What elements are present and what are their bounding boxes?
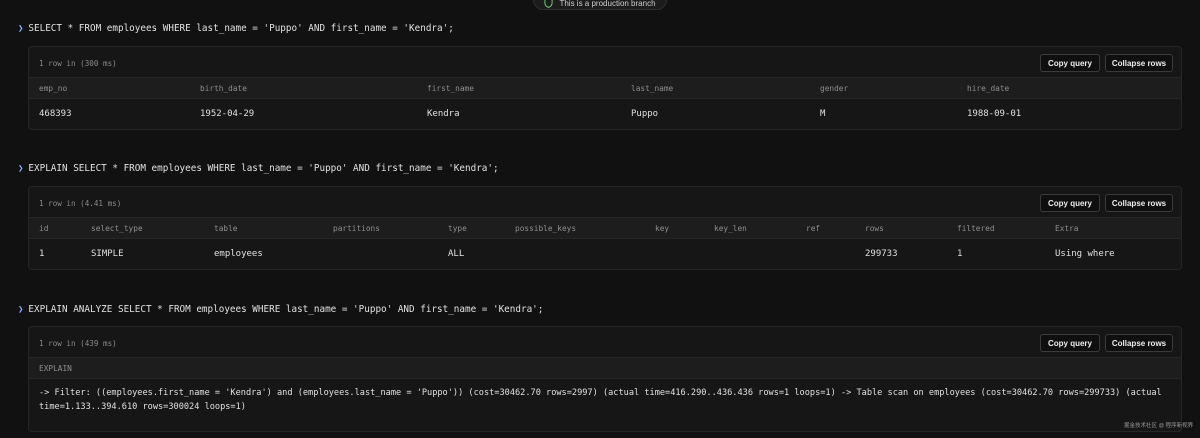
collapse-rows-button[interactable]: Collapse rows xyxy=(1105,194,1173,212)
banner-text: This is a production branch xyxy=(559,0,656,8)
watermark: 掘金技术社区 @ 程序新视界 xyxy=(1124,423,1194,429)
chevron-right-icon: ❯ xyxy=(18,163,24,174)
column-header: gender xyxy=(820,84,849,93)
column-header: emp_no xyxy=(39,84,68,93)
column-header: key xyxy=(655,224,670,233)
query-line[interactable]: ❯ SELECT * FROM employees WHERE last_nam… xyxy=(18,23,454,34)
query-sql: EXPLAIN ANALYZE SELECT * FROM employees … xyxy=(28,304,544,315)
column-header: filtered xyxy=(957,224,995,233)
production-branch-banner: This is a production branch xyxy=(533,0,667,10)
table-header: EXPLAIN xyxy=(29,357,1181,379)
table-cell: 1952-04-29 xyxy=(200,109,255,119)
column-header: key_len xyxy=(714,224,747,233)
result-meta: 1 row in (439 ms) xyxy=(39,339,117,348)
result-panel: 1 row in (300 ms) Copy query Collapse ro… xyxy=(28,46,1182,130)
column-header: birth_date xyxy=(200,84,247,93)
table-cell: Using where xyxy=(1055,249,1115,259)
column-header: table xyxy=(214,224,238,233)
result-meta: 1 row in (4.41 ms) xyxy=(39,199,122,208)
table-cell: ALL xyxy=(448,249,465,259)
shield-icon xyxy=(544,0,554,8)
column-header: rows xyxy=(865,224,884,233)
copy-query-button[interactable]: Copy query xyxy=(1040,194,1100,212)
table-cell: Puppo xyxy=(631,109,659,119)
table-cell: employees xyxy=(214,249,263,259)
table-cell: 1988-09-01 xyxy=(967,109,1022,119)
table-cell: M xyxy=(820,109,826,119)
table-header: id select_type table partitions type pos… xyxy=(29,217,1181,239)
column-header: last_name xyxy=(631,84,674,93)
table-cell: 299733 xyxy=(865,249,898,259)
column-header: type xyxy=(448,224,467,233)
query-sql: EXPLAIN SELECT * FROM employees WHERE la… xyxy=(28,163,499,174)
result-panel: 1 row in (4.41 ms) Copy query Collapse r… xyxy=(28,186,1182,270)
column-header: first_name xyxy=(427,84,474,93)
column-header: Extra xyxy=(1055,224,1079,233)
table-cell: 1 xyxy=(39,249,45,259)
chevron-right-icon: ❯ xyxy=(18,304,24,315)
column-header: select_type xyxy=(91,224,143,233)
copy-query-button[interactable]: Copy query xyxy=(1040,334,1100,352)
table-header: emp_no birth_date first_name last_name g… xyxy=(29,77,1181,99)
table-cell: 1 xyxy=(957,249,963,259)
explain-output: -> Filter: ((employees.first_name = 'Ken… xyxy=(39,388,1162,412)
result-meta: 1 row in (300 ms) xyxy=(39,59,117,68)
table-cell: 468393 xyxy=(39,109,72,119)
column-header: hire_date xyxy=(967,84,1010,93)
copy-query-button[interactable]: Copy query xyxy=(1040,54,1100,72)
table-cell: Kendra xyxy=(427,109,460,119)
column-header: EXPLAIN xyxy=(39,364,72,373)
column-header: possible_keys xyxy=(515,224,577,233)
column-header: partitions xyxy=(333,224,380,233)
query-line[interactable]: ❯ EXPLAIN ANALYZE SELECT * FROM employee… xyxy=(18,304,543,315)
column-header: ref xyxy=(806,224,821,233)
chevron-right-icon: ❯ xyxy=(18,23,24,34)
query-line[interactable]: ❯ EXPLAIN SELECT * FROM employees WHERE … xyxy=(18,163,499,174)
result-panel: 1 row in (439 ms) Copy query Collapse ro… xyxy=(28,326,1182,432)
query-sql: SELECT * FROM employees WHERE last_name … xyxy=(28,23,454,34)
collapse-rows-button[interactable]: Collapse rows xyxy=(1105,334,1173,352)
table-cell: SIMPLE xyxy=(91,249,124,259)
collapse-rows-button[interactable]: Collapse rows xyxy=(1105,54,1173,72)
column-header: id xyxy=(39,224,49,233)
